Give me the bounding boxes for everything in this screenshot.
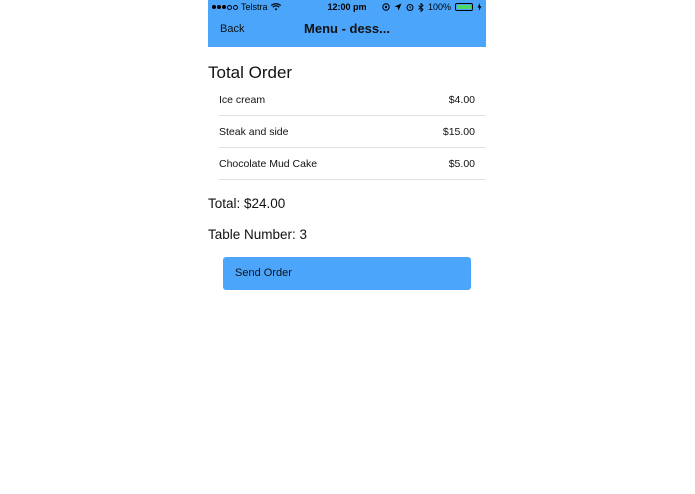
order-item-name: Ice cream xyxy=(219,94,266,106)
order-item-price: $5.00 xyxy=(448,158,475,170)
navigation-icon xyxy=(394,3,402,11)
send-order-button[interactable]: Send Order xyxy=(223,257,471,290)
order-total: Total: $24.00 xyxy=(208,196,286,211)
nav-title: Menu - dess... xyxy=(304,21,390,36)
order-item[interactable]: Chocolate Mud Cake $5.00 xyxy=(219,148,486,180)
table-number: Table Number: 3 xyxy=(208,227,308,242)
order-item-price: $4.00 xyxy=(448,94,475,106)
status-right: 100% xyxy=(382,2,482,12)
order-title: Total Order xyxy=(208,63,293,82)
alarm-icon xyxy=(406,3,414,11)
nav-bar: Back Menu - dess... xyxy=(208,15,486,45)
location-icon xyxy=(382,3,390,11)
order-list: Ice cream $4.00 Steak and side $15.00 Ch… xyxy=(208,84,486,180)
back-button[interactable]: Back xyxy=(214,17,251,41)
status-bar: Telstra 12:00 pm 100% xyxy=(208,0,486,15)
phone-screen: Telstra 12:00 pm 100% Back Menu - dess..… xyxy=(208,0,486,494)
top-bar: Telstra 12:00 pm 100% Back Menu - dess..… xyxy=(208,0,486,47)
order-item-name: Steak and side xyxy=(219,126,289,138)
order-item[interactable]: Steak and side $15.00 xyxy=(219,116,486,148)
battery-percent: 100% xyxy=(427,2,451,12)
battery-icon xyxy=(455,3,473,11)
order-item[interactable]: Ice cream $4.00 xyxy=(219,84,486,116)
charging-icon xyxy=(477,3,482,11)
order-item-name: Chocolate Mud Cake xyxy=(219,158,318,170)
order-item-price: $15.00 xyxy=(442,126,475,138)
bluetooth-icon xyxy=(418,2,424,12)
